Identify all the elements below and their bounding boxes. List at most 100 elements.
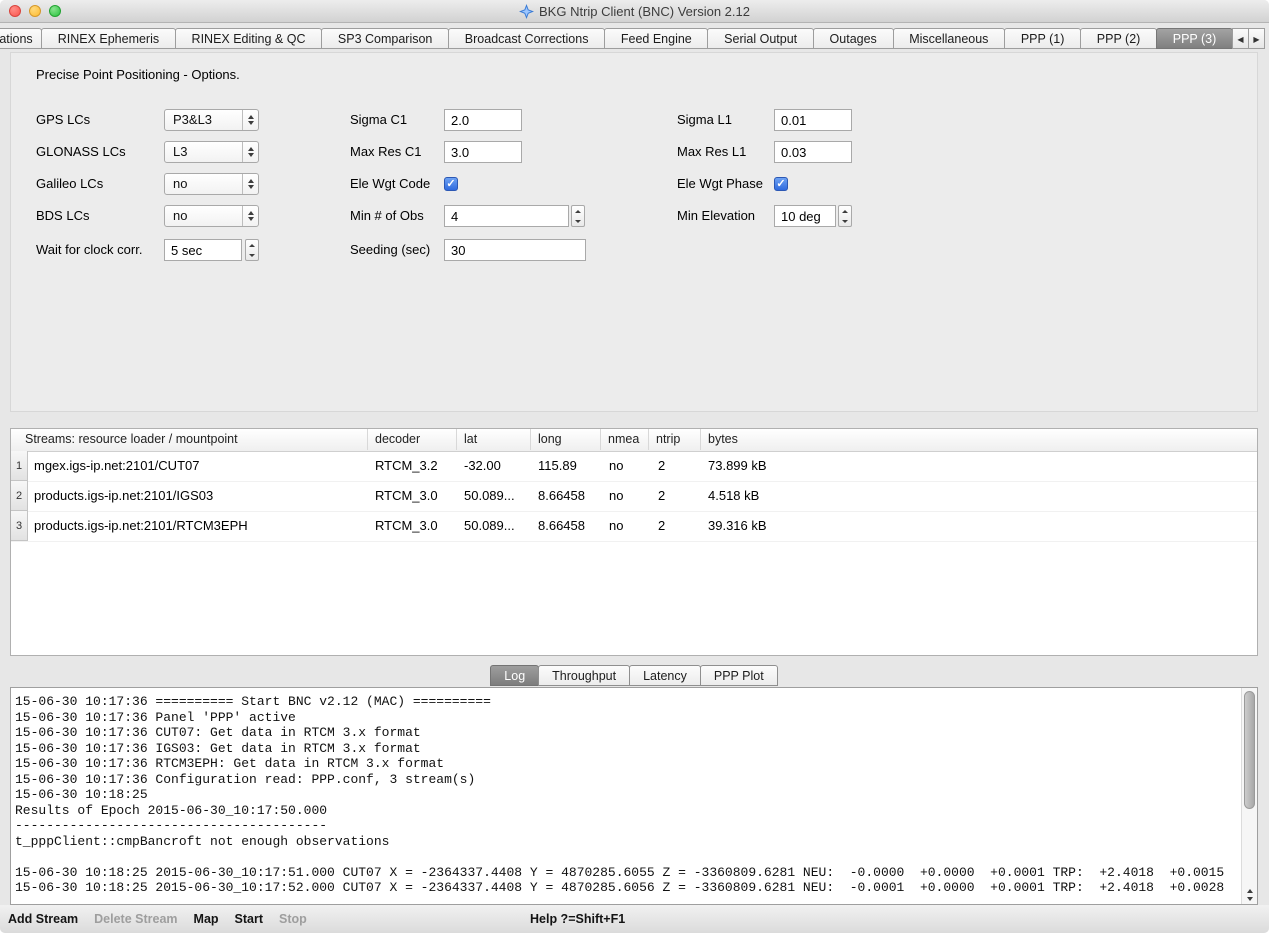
log-scrollbar[interactable] — [1241, 688, 1257, 904]
log-line — [15, 849, 1240, 865]
status-bar: Add Stream Delete Stream Map Start Stop … — [0, 905, 1269, 933]
row-number: 1 — [11, 451, 28, 481]
minimize-button[interactable] — [29, 5, 41, 17]
wait-clock-corr-stepper[interactable] — [245, 239, 259, 261]
ele-wgt-code-checkbox[interactable]: ✓ — [444, 177, 458, 191]
stream-row[interactable]: 3 products.igs-ip.net:2101/RTCM3EPH RTCM… — [11, 511, 1257, 542]
tab-sp3-comparison[interactable]: SP3 Comparison — [321, 28, 449, 49]
row-number: 2 — [11, 481, 28, 511]
glonass-lcs-select[interactable]: L3 — [164, 141, 259, 163]
max-res-l1-input[interactable] — [774, 141, 852, 163]
zoom-button[interactable] — [49, 5, 61, 17]
tab-outages[interactable]: Outages — [813, 28, 894, 49]
gps-lcs-select[interactable]: P3&L3 — [164, 109, 259, 131]
stepper-up-icon[interactable] — [246, 240, 258, 250]
sigma-l1-input[interactable] — [774, 109, 852, 131]
ele-wgt-phase-checkbox[interactable]: ✓ — [774, 177, 788, 191]
log-line: 15-06-30 10:17:36 Panel 'PPP' active — [15, 710, 1240, 726]
sigma-c1-label: Sigma C1 — [350, 109, 407, 131]
min-obs-stepper[interactable] — [571, 205, 585, 227]
check-icon: ✓ — [776, 178, 785, 190]
cell-lat: 50.089... — [464, 511, 515, 541]
scrollbar-thumb[interactable] — [1244, 691, 1255, 809]
add-stream-button[interactable]: Add Stream — [8, 912, 78, 926]
cell-decoder: RTCM_3.0 — [375, 511, 438, 541]
bds-lcs-select[interactable]: no — [164, 205, 259, 227]
min-elevation-input[interactable] — [774, 205, 836, 227]
title-bar: BKG Ntrip Client (BNC) Version 2.12 — [0, 0, 1269, 23]
close-button[interactable] — [9, 5, 21, 17]
stepper-up-icon[interactable] — [572, 206, 584, 216]
tab-rinex-editing-qc[interactable]: RINEX Editing & QC — [175, 28, 322, 49]
cell-nmea: no — [609, 451, 623, 481]
cell-bytes: 4.518 kB — [708, 481, 759, 511]
seeding-input[interactable] — [444, 239, 586, 261]
min-elevation-stepper[interactable] — [838, 205, 852, 227]
log-line: 15-06-30 10:18:25 2015-06-30_10:17:51.00… — [15, 865, 1240, 881]
log-line: Results of Epoch 2015-06-30_10:17:50.000 — [15, 803, 1240, 819]
cell-ntrip: 2 — [658, 451, 665, 481]
map-button[interactable]: Map — [194, 912, 219, 926]
scrollbar-up-icon[interactable] — [1247, 889, 1253, 893]
glonass-lcs-value: L3 — [173, 142, 187, 162]
tab-ppp-plot[interactable]: PPP Plot — [700, 665, 778, 686]
bds-lcs-label: BDS LCs — [36, 205, 89, 227]
tab-serial-output[interactable]: Serial Output — [707, 28, 813, 49]
scrollbar-down-icon[interactable] — [1247, 897, 1253, 901]
header-decoder: decoder — [368, 429, 457, 450]
cell-mountpoint: mgex.igs-ip.net:2101/CUT07 — [34, 451, 199, 481]
tab-scroll-left-icon[interactable]: ◀ — [1232, 28, 1249, 49]
header-nmea: nmea — [601, 429, 649, 450]
tab-throughput[interactable]: Throughput — [538, 665, 630, 686]
tab-ppp-2[interactable]: PPP (2) — [1080, 28, 1157, 49]
stream-row[interactable]: 2 products.igs-ip.net:2101/IGS03 RTCM_3.… — [11, 481, 1257, 512]
seeding-label: Seeding (sec) — [350, 239, 430, 261]
tab-ppp-1[interactable]: PPP (1) — [1004, 28, 1081, 49]
stepper-down-icon[interactable] — [839, 216, 851, 226]
wait-clock-corr-input[interactable] — [164, 239, 242, 261]
header-bytes: bytes — [701, 429, 1257, 450]
dropdown-arrows-icon — [242, 110, 258, 130]
stream-row[interactable]: 1 mgex.igs-ip.net:2101/CUT07 RTCM_3.2 -3… — [11, 451, 1257, 482]
window-title-text: BKG Ntrip Client (BNC) Version 2.12 — [539, 4, 750, 19]
max-res-c1-input[interactable] — [444, 141, 522, 163]
sigma-c1-input[interactable] — [444, 109, 522, 131]
cell-bytes: 73.899 kB — [708, 451, 767, 481]
max-res-l1-label: Max Res L1 — [677, 141, 746, 163]
cell-long: 115.89 — [538, 451, 577, 481]
stepper-down-icon[interactable] — [246, 250, 258, 260]
main-tab-bar: ations RINEX Ephemeris RINEX Editing & Q… — [0, 27, 1265, 49]
stop-button: Stop — [279, 912, 307, 926]
stepper-up-icon[interactable] — [839, 206, 851, 216]
panel-heading: Precise Point Positioning - Options. — [36, 67, 240, 82]
stepper-down-icon[interactable] — [572, 216, 584, 226]
dropdown-arrows-icon — [242, 142, 258, 162]
tab-broadcast-corrections[interactable]: Broadcast Corrections — [448, 28, 605, 49]
gps-lcs-value: P3&L3 — [173, 110, 212, 130]
help-button[interactable]: Help ?=Shift+F1 — [530, 905, 625, 933]
cell-bytes: 39.316 kB — [708, 511, 767, 541]
max-res-c1-label: Max Res C1 — [350, 141, 422, 163]
tab-log[interactable]: Log — [490, 665, 539, 686]
glonass-lcs-label: GLONASS LCs — [36, 141, 126, 163]
wait-clock-corr-label: Wait for clock corr. — [36, 239, 142, 261]
window-title: BKG Ntrip Client (BNC) Version 2.12 — [519, 4, 750, 19]
tab-rinex-ephemeris[interactable]: RINEX Ephemeris — [41, 28, 176, 49]
gps-lcs-label: GPS LCs — [36, 109, 90, 131]
galileo-lcs-label: Galileo LCs — [36, 173, 103, 195]
galileo-lcs-select[interactable]: no — [164, 173, 259, 195]
tab-ppp-3[interactable]: PPP (3) — [1156, 28, 1233, 49]
tab-miscellaneous[interactable]: Miscellaneous — [893, 28, 1006, 49]
cell-decoder: RTCM_3.0 — [375, 481, 438, 511]
tab-feed-engine[interactable]: Feed Engine — [604, 28, 708, 49]
tab-rinex-observations-partial[interactable]: ations — [0, 28, 42, 49]
cell-ntrip: 2 — [658, 511, 665, 541]
min-obs-input[interactable] — [444, 205, 569, 227]
cell-ntrip: 2 — [658, 481, 665, 511]
start-button[interactable]: Start — [235, 912, 263, 926]
log-line: 15-06-30 10:17:36 Configuration read: PP… — [15, 772, 1240, 788]
tab-latency[interactable]: Latency — [629, 665, 701, 686]
tab-scroll-right-icon[interactable]: ▶ — [1248, 28, 1265, 49]
galileo-lcs-value: no — [173, 174, 187, 194]
cell-mountpoint: products.igs-ip.net:2101/IGS03 — [34, 481, 213, 511]
